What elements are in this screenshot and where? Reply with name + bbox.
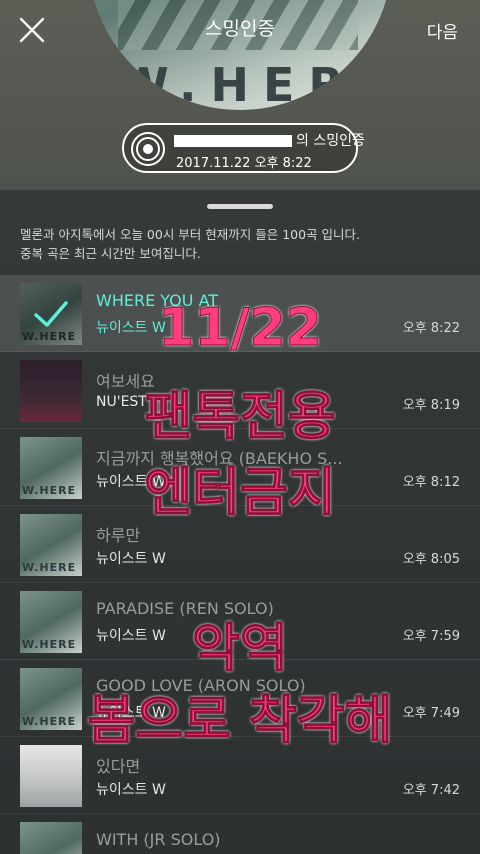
notice-line-2: 중복 곡은 최근 시간만 보여집니다.	[20, 246, 201, 261]
next-button[interactable]: 다음	[427, 18, 458, 43]
overlay-fantalk: 팬톡전용	[144, 387, 336, 448]
sheet-handle[interactable]	[207, 204, 273, 209]
badge-user: 의 스밍인증	[174, 130, 365, 150]
overlay-spring: 봄으로 착각해	[87, 691, 393, 752]
track-title: 하루만	[96, 526, 141, 545]
album-letters: W.HERE	[118, 58, 392, 110]
header: W.HERE 스밍인증 다음 의 스밍인증 2017.11.22 오후 8:22	[0, 0, 480, 190]
album-thumbnail	[20, 822, 82, 854]
track-time: 오후 8:05	[402, 552, 460, 567]
overlay-date: 11/22	[158, 298, 323, 359]
track-time: 오후 7:42	[402, 783, 460, 798]
track-artist: 뉴이스트 W	[96, 782, 166, 798]
badge-date: 2017.11.22 오후 8:22	[176, 156, 312, 171]
page-title: 스밍인증	[205, 18, 275, 40]
track-artist: 뉴이스트 W	[96, 551, 166, 567]
redacted-username	[174, 135, 292, 147]
track-title: 있다면	[96, 757, 141, 776]
badge-title: 의 스밍인증	[296, 133, 365, 149]
record-icon	[131, 132, 165, 166]
notice-line-1: 멜론과 아지톡에서 오늘 00시 부터 현재까지 들은 100곡 입니다.	[20, 227, 361, 242]
overlay-villain: 악역	[192, 619, 289, 680]
notice-text: 멜론과 아지톡에서 오늘 00시 부터 현재까지 들은 100곡 입니다. 중복…	[20, 225, 470, 263]
track-title: WITH (JR SOLO)	[96, 830, 221, 849]
streaming-badge: 의 스밍인증 2017.11.22 오후 8:22	[122, 123, 365, 173]
album-thumbnail	[20, 745, 82, 807]
close-icon[interactable]	[16, 14, 48, 46]
overlay-no-enter: 엔터금지	[144, 463, 336, 524]
track-row[interactable]: WITH (JR SOLO)	[0, 814, 480, 854]
